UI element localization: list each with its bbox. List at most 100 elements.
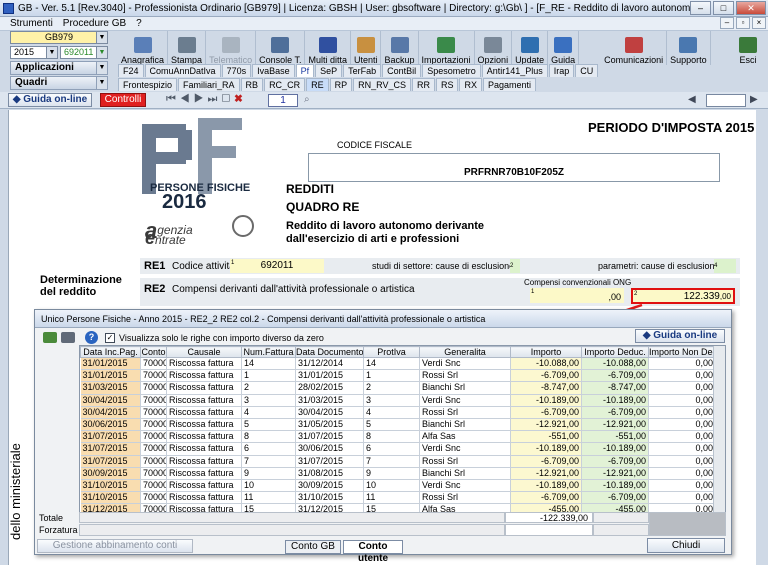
toolbar-button-importazioni[interactable]: Importazioni [419,31,475,65]
app-tab-pf[interactable]: Pf [295,64,315,77]
app-tab-terfab[interactable]: TerFab [343,64,382,77]
app-tab-ivabase[interactable]: IvaBase [252,64,295,77]
tab-conto-gb[interactable]: Conto GB [285,540,341,554]
activity-select[interactable]: 692011 - ▼ [60,46,108,59]
toolbar-button-opzioni[interactable]: Opzioni [475,31,513,65]
chiudi-button[interactable]: Chiudi [647,538,725,553]
quadro-tab-pagamenti[interactable]: Pagamenti [483,78,537,91]
table-row[interactable]: 31/03/2015 70000 Riscossa fattura 2 28/02/20… [80,381,716,395]
toolbar-button-backup[interactable]: Backup [381,31,419,65]
toolbar-button-update[interactable]: Update [512,31,549,65]
toolbar-button-anagrafica[interactable]: Anagrafica [118,31,169,65]
table-row[interactable]: 31/07/2015 70000 Riscossa fattura 7 31/07/20… [80,455,716,468]
table-row[interactable]: 30/06/2015 70000 Riscossa fattura 5 31/05/20… [80,418,716,432]
child-minimize-button[interactable]: – [720,17,734,29]
quadri-select[interactable]: Quadri ▼ [10,76,108,90]
table-row[interactable]: 31/10/2015 70000 Riscossa fattura 11 31/10/2… [80,491,716,505]
studi-settore-field[interactable]: 2 [510,259,520,273]
quadro-tab-rb[interactable]: RB [240,78,264,91]
column-header[interactable]: Data Inc.Pag. [80,346,141,358]
company-select[interactable]: GB979 ▼ [10,31,108,44]
maximize-button[interactable]: □ [713,1,734,15]
column-header[interactable]: Data Documento [295,346,364,358]
app-tab-770s[interactable]: 770s [221,64,252,77]
toolbar-button-supporto[interactable]: Supporto [667,31,711,65]
column-header[interactable]: Conto [140,346,167,358]
dialog-guida-button[interactable]: ◆ Guida on-line [635,329,725,343]
table-row[interactable]: 31/07/2015 70000 Riscossa fattura 6 30/06/20… [80,442,716,456]
column-header[interactable]: Importo Deduc. [581,346,649,358]
table-row[interactable]: 30/04/2015 70000 Riscossa fattura 3 31/03/20… [80,394,716,407]
help-icon[interactable]: ? [85,331,98,344]
toolbar-button-telematico[interactable]: Telematico [206,31,257,65]
column-header[interactable]: Importo Non Deduc. [648,346,716,358]
app-tab-cu[interactable]: CU [575,64,599,77]
guida-online-button[interactable]: ◆ Guida on-line [8,93,92,107]
quadro-tab-rs[interactable]: RS [435,78,459,91]
app-tab-sep[interactable]: SeP [315,64,343,77]
new-record-icon[interactable]: ▢ [221,93,234,105]
column-header[interactable]: ProtIva [363,346,420,358]
delete-record-icon[interactable]: ✖ [234,93,246,105]
export-icon[interactable] [43,332,57,343]
table-row[interactable]: 31/07/2015 70000 Riscossa fattura 8 31/07/20… [80,430,716,444]
next-page-icon[interactable]: ▶ [750,94,758,105]
year-select[interactable]: 2015 ▼ [10,46,58,59]
record-navigator[interactable]: ⏮◀▶⏭▢✖ [166,93,247,106]
column-header[interactable]: Importo [510,346,582,358]
forzatura-input[interactable] [505,524,593,536]
child-close-button[interactable]: × [752,17,766,29]
menu-procedure-gb[interactable]: Procedure GB [63,17,126,30]
app-tab-comuanndativa[interactable]: ComuAnnDatIva [144,64,221,77]
search-icon[interactable]: ⌕ [304,94,310,105]
column-header[interactable]: Generalita [419,346,511,358]
app-tab-f24[interactable]: F24 [118,64,144,77]
applicazioni-select[interactable]: Applicazioni ▼ [10,61,108,75]
app-tab-spesometro[interactable]: Spesometro [422,64,481,77]
menu-help[interactable]: ? [136,17,142,30]
next-record-icon[interactable]: ▶ [194,93,208,105]
prev-record-icon[interactable]: ◀ [180,93,194,105]
menu-strumenti[interactable]: Strumenti [10,17,53,30]
quadro-tab-rp[interactable]: RP [329,78,353,91]
toolbar-button-stampa[interactable]: Stampa [168,31,207,65]
codice-fiscale-field[interactable]: PRFRNR70B10F205Z [308,153,720,182]
compensi-ong-field[interactable]: 1 ,00 [530,288,624,303]
compensi-field[interactable]: 2 122.339,00 [631,288,735,304]
quadro-tab-familiari_ra[interactable]: Familiari_RA [178,78,240,91]
toolbar-button-console-t[interactable]: Console T. [256,31,306,65]
controlli-button[interactable]: Controlli [100,93,146,107]
app-tab-irap[interactable]: Irap [548,64,575,77]
quadro-tab-rn_rv_cs[interactable]: RN_RV_CS [353,78,411,91]
prev-page-icon[interactable]: ◀ [688,94,696,105]
quadro-tab-frontespizio[interactable]: Frontespizio [118,78,178,91]
column-header[interactable]: Causale [166,346,242,358]
app-tab-antir141_plus[interactable]: Antir141_Plus [481,64,548,77]
app-tab-contbil[interactable]: ContBil [382,64,422,77]
table-row[interactable]: 31/10/2015 70000 Riscossa fattura 10 30/09/2… [80,479,716,493]
column-header[interactable]: Num.Fattura [241,346,296,358]
parametri-field[interactable]: 4 [714,259,736,273]
child-restore-button[interactable]: ▫ [736,17,750,29]
table-row[interactable]: 30/04/2015 70000 Riscossa fattura 4 30/04/20… [80,406,716,419]
first-record-icon[interactable]: ⏮ [166,93,180,105]
printer-icon[interactable] [61,332,75,343]
exit-button[interactable]: Esci [736,31,760,65]
quadro-tab-rr[interactable]: RR [411,78,435,91]
tab-conto-utente[interactable]: Conto utente [343,540,403,564]
table-row[interactable]: 30/09/2015 70000 Riscossa fattura 9 31/08/20… [80,467,716,480]
page-number-input[interactable]: 1 [268,94,298,107]
toolbar-button-guida[interactable]: Guida [548,31,580,65]
toolbar-button-comunicazioni[interactable]: Comunicazioni [601,31,668,65]
zoom-input[interactable] [706,94,746,107]
table-row[interactable]: 31/01/2015 70000 Riscossa fattura 14 31/12/2… [80,357,716,371]
minimize-button[interactable]: – [690,1,711,15]
toolbar-button-multi-ditta[interactable]: Multi ditta [305,31,351,65]
filter-checkbox[interactable]: ✓ [105,333,115,343]
quadro-tab-rc_cr[interactable]: RC_CR [264,78,306,91]
toolbar-button-utenti[interactable]: Utenti [351,31,382,65]
table-row[interactable]: 31/01/2015 70000 Riscossa fattura 1 31/01/20… [80,369,716,383]
codice-attivita-field[interactable]: 1 692011 [230,259,324,273]
gestione-abbinamento-button[interactable]: Gestione abbinamento conti [37,539,193,553]
quadro-tab-re[interactable]: RE [306,78,329,91]
